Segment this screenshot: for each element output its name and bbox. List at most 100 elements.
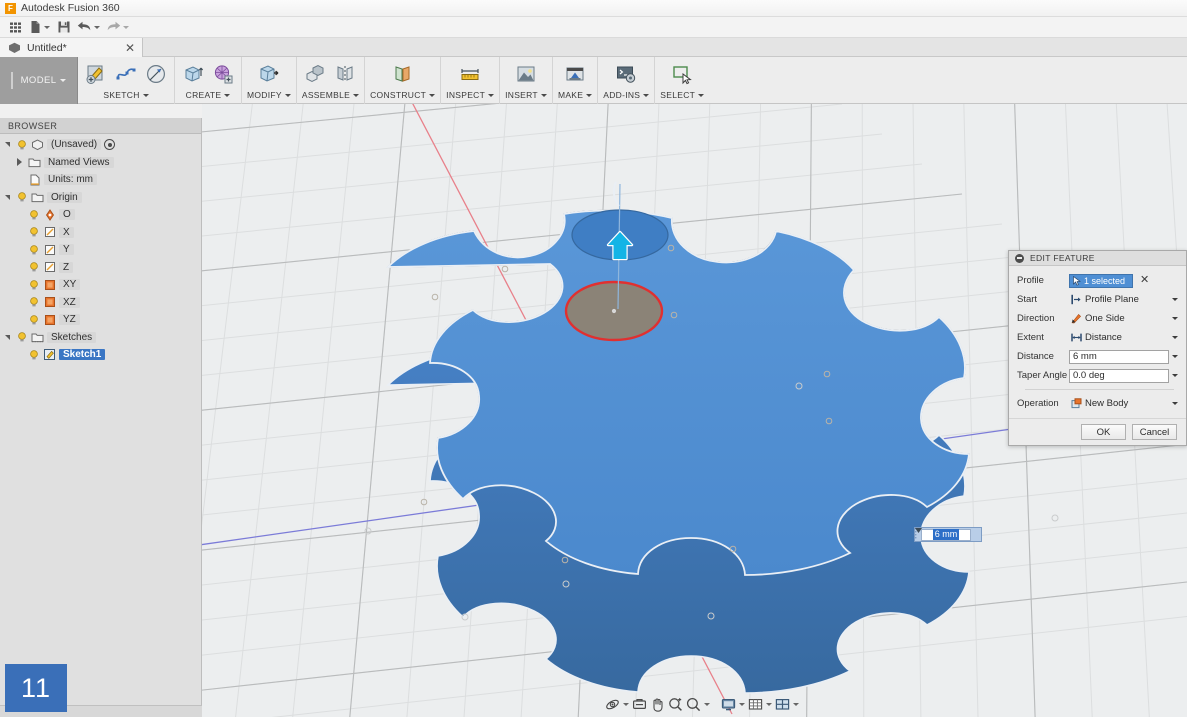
chevron-down-icon[interactable] [765, 695, 773, 713]
taper-angle-input[interactable]: 0.0 deg [1069, 368, 1169, 383]
tree-node-plane-xy[interactable]: XY [0, 276, 201, 294]
redo-button[interactable] [104, 18, 131, 37]
ribbon-group-assemble-label[interactable]: ASSEMBLE [302, 90, 360, 100]
look-at-icon[interactable] [631, 695, 648, 713]
chevron-down-icon[interactable] [1169, 293, 1180, 307]
visibility-bulb-icon[interactable] [28, 261, 40, 273]
workspace-selector[interactable]: MODEL [0, 57, 78, 104]
dialog-header[interactable]: EDIT FEATURE [1009, 251, 1186, 266]
ribbon-group-select: SELECT [655, 57, 709, 104]
ribbon-group-insert-label[interactable]: INSERT [505, 90, 547, 100]
scripts-addins-icon[interactable] [613, 61, 639, 87]
mesh-icon[interactable] [210, 61, 236, 87]
chevron-down-icon[interactable] [1169, 397, 1180, 411]
direction-dropdown[interactable]: One Side [1069, 311, 1180, 326]
clear-selection-icon[interactable]: ✕ [1140, 275, 1149, 286]
document-tab[interactable]: Untitled* ✕ [0, 38, 143, 57]
tree-node-sketch1[interactable]: Sketch1 [0, 346, 201, 364]
dialog-row-direction: Direction One Side [1017, 309, 1180, 328]
collapse-icon[interactable] [1015, 253, 1024, 263]
spline-icon[interactable] [113, 61, 139, 87]
chevron-down-icon[interactable] [703, 695, 711, 713]
tree-node-unsaved[interactable]: (Unsaved) [0, 136, 201, 154]
new-file-button[interactable] [27, 18, 52, 37]
chevron-down-icon[interactable] [1169, 312, 1180, 326]
twisty-open-icon[interactable] [2, 194, 13, 200]
visibility-bulb-icon[interactable] [28, 349, 40, 361]
tree-node-named-views[interactable]: Named Views [0, 154, 201, 172]
construct-plane-icon[interactable] [390, 61, 416, 87]
insert-image-icon[interactable] [513, 61, 539, 87]
root-toggle-icon[interactable] [104, 139, 116, 151]
save-button[interactable] [54, 18, 73, 37]
assemble-icon[interactable] [302, 61, 328, 87]
chevron-down-icon[interactable] [738, 695, 746, 713]
measure-icon[interactable] [457, 61, 483, 87]
ribbon-group-modify-label[interactable]: MODIFY [247, 90, 291, 100]
chevron-down-icon[interactable] [1169, 350, 1180, 364]
3d-print-icon[interactable] [562, 61, 588, 87]
tree-node-axis-y[interactable]: Y [0, 241, 201, 259]
tree-node-sketches[interactable]: Sketches [0, 329, 201, 347]
fit-magnifier-icon[interactable] [685, 695, 702, 713]
ribbon-group-select-label[interactable]: SELECT [660, 90, 705, 100]
pan-hand-icon[interactable] [649, 695, 666, 713]
visibility-bulb-icon[interactable] [28, 226, 40, 238]
ok-button[interactable]: OK [1081, 424, 1126, 440]
start-dropdown[interactable]: Profile Plane [1069, 292, 1180, 307]
operation-dropdown[interactable]: New Body [1069, 396, 1180, 411]
visibility-bulb-icon[interactable] [16, 139, 28, 151]
tree-node-origin[interactable]: Origin [0, 189, 201, 207]
ribbon-group-inspect-label[interactable]: INSPECT [446, 90, 495, 100]
cancel-button[interactable]: Cancel [1132, 424, 1177, 440]
orbit-icon[interactable] [604, 695, 621, 713]
dimension-value-field[interactable]: 6 mm [921, 528, 971, 541]
tree-node-plane-xz[interactable]: XZ [0, 294, 201, 312]
visibility-bulb-icon[interactable] [16, 331, 28, 343]
ribbon-group-make-label[interactable]: MAKE [558, 90, 593, 100]
distance-input[interactable]: 6 mm [1069, 349, 1169, 364]
press-pull-icon[interactable] [256, 61, 282, 87]
close-icon[interactable]: ✕ [125, 42, 135, 54]
display-settings-icon[interactable] [720, 695, 737, 713]
ribbon-group-create-label[interactable]: CREATE [186, 90, 231, 100]
twisty-closed-icon[interactable] [14, 158, 25, 167]
extrude-icon[interactable] [180, 61, 206, 87]
twisty-open-icon[interactable] [2, 142, 13, 148]
twisty-open-icon[interactable] [2, 334, 13, 340]
visibility-bulb-icon[interactable] [28, 296, 40, 308]
chevron-down-icon[interactable] [792, 695, 800, 713]
visibility-bulb-icon[interactable] [28, 314, 40, 326]
viewport-layout-icon[interactable] [774, 695, 791, 713]
tree-node-origin-point[interactable]: O [0, 206, 201, 224]
create-sketch-icon[interactable] [83, 61, 109, 87]
tree-node-plane-yz[interactable]: YZ [0, 311, 201, 329]
tree-node-units[interactable]: Units: mm [0, 171, 201, 189]
select-cursor-icon[interactable] [669, 61, 695, 87]
edit-feature-dialog[interactable]: EDIT FEATURE Profile 1 selected ✕ Start … [1008, 250, 1187, 446]
tree-node-axis-x[interactable]: X [0, 224, 201, 242]
grid-snaps-icon[interactable] [747, 695, 764, 713]
visibility-bulb-icon[interactable] [28, 209, 40, 221]
ribbon-group-sketch-label[interactable]: SKETCH [103, 90, 149, 100]
undo-button[interactable] [75, 18, 102, 37]
chevron-down-icon[interactable] [1169, 369, 1180, 383]
zoom-magnifier-icon[interactable] [667, 695, 684, 713]
chevron-down-icon[interactable] [1169, 331, 1180, 345]
sketch-plane-icon[interactable] [143, 61, 169, 87]
tree-node-label: Sketches [47, 331, 97, 343]
ribbon-group-addins-label[interactable]: ADD-INS [603, 90, 650, 100]
extent-dropdown[interactable]: Distance [1069, 330, 1180, 345]
visibility-bulb-icon[interactable] [28, 244, 40, 256]
tree-node-axis-z[interactable]: Z [0, 259, 201, 277]
visibility-bulb-icon[interactable] [16, 191, 28, 203]
profile-selection-button[interactable]: 1 selected [1069, 273, 1134, 288]
chevron-down-icon [698, 93, 705, 97]
visibility-bulb-icon[interactable] [28, 279, 40, 291]
joint-icon[interactable] [332, 61, 358, 87]
app-grid-button[interactable] [6, 18, 25, 37]
ribbon-group-construct-label[interactable]: CONSTRUCT [370, 90, 436, 100]
inline-dimension-input[interactable]: 6 mm [914, 527, 982, 542]
chevron-down-icon [94, 25, 100, 29]
chevron-down-icon[interactable] [622, 695, 630, 713]
